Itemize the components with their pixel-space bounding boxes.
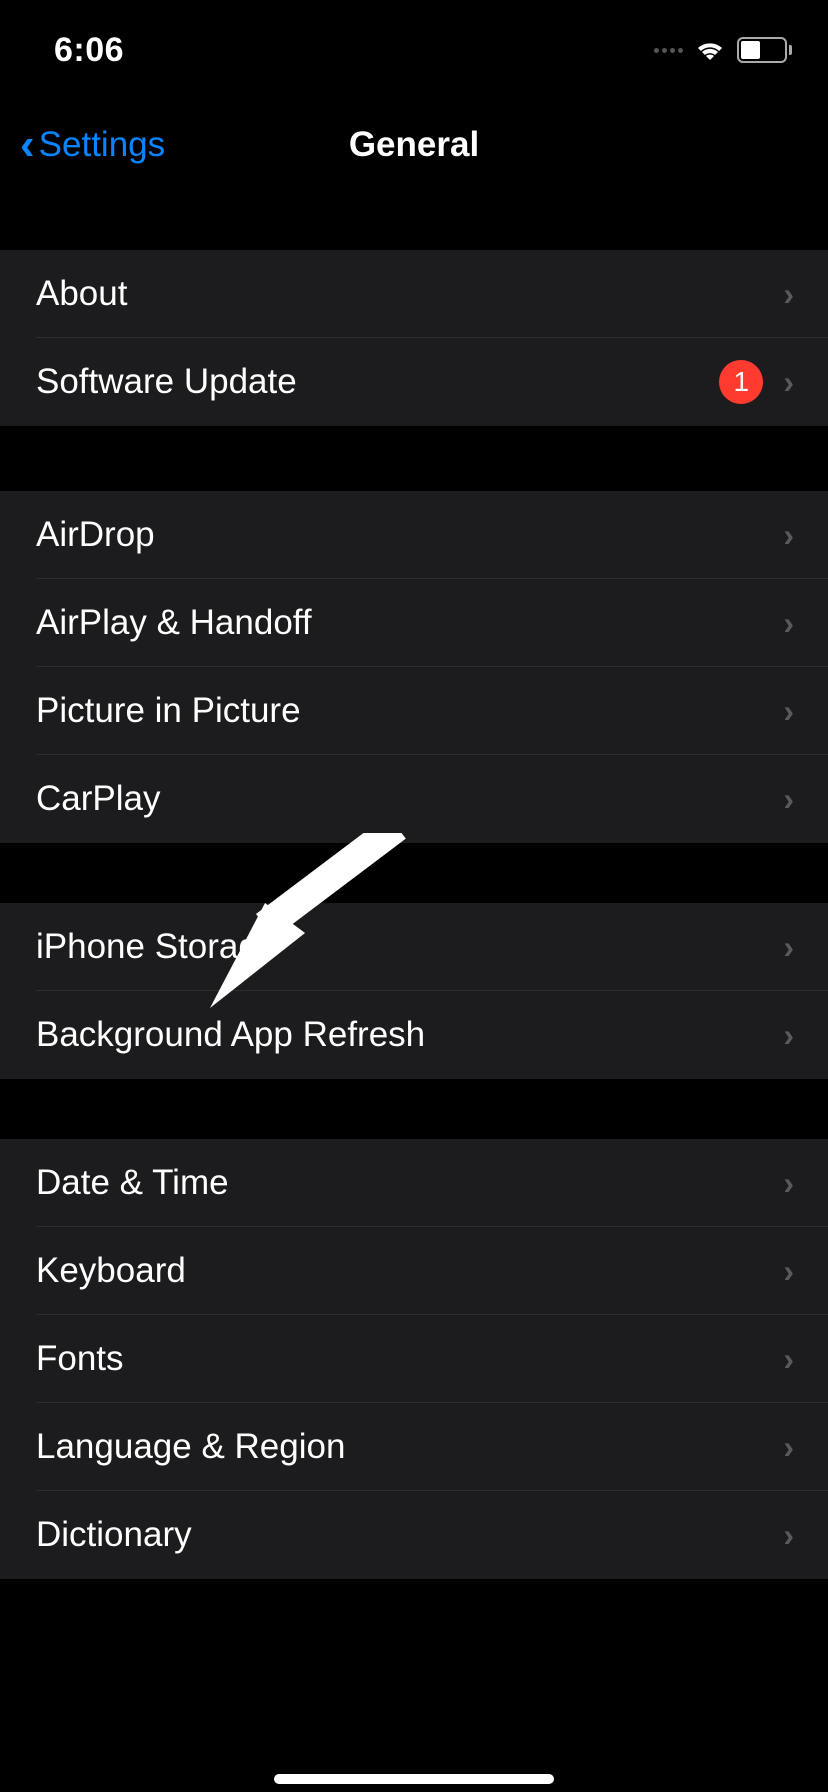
row-iphone-storage[interactable]: iPhone Storage ›: [0, 903, 828, 991]
home-indicator[interactable]: [274, 1774, 554, 1784]
row-label: Fonts: [36, 1339, 124, 1379]
row-airplay-handoff[interactable]: AirPlay & Handoff ›: [0, 579, 828, 667]
chevron-right-icon: ›: [783, 1517, 794, 1554]
section-system: Date & Time › Keyboard › Fonts › Languag…: [0, 1139, 828, 1579]
row-airdrop[interactable]: AirDrop ›: [0, 491, 828, 579]
status-time: 6:06: [54, 31, 124, 70]
row-keyboard[interactable]: Keyboard ›: [0, 1227, 828, 1315]
row-label: CarPlay: [36, 779, 160, 819]
status-icons: [654, 37, 792, 63]
navigation-bar: ‹ Settings General: [0, 100, 828, 190]
row-picture-in-picture[interactable]: Picture in Picture ›: [0, 667, 828, 755]
row-label: Picture in Picture: [36, 691, 301, 731]
back-button-label: Settings: [39, 125, 165, 165]
row-background-app-refresh[interactable]: Background App Refresh ›: [0, 991, 828, 1079]
back-button[interactable]: ‹ Settings: [20, 123, 165, 167]
chevron-right-icon: ›: [783, 1253, 794, 1290]
chevron-right-icon: ›: [783, 1017, 794, 1054]
chevron-right-icon: ›: [783, 364, 794, 401]
chevron-right-icon: ›: [783, 1341, 794, 1378]
chevron-right-icon: ›: [783, 517, 794, 554]
row-label: AirPlay & Handoff: [36, 603, 312, 643]
wifi-icon: [693, 38, 727, 62]
chevron-right-icon: ›: [783, 929, 794, 966]
row-label: Language & Region: [36, 1427, 345, 1467]
cellular-signal-icon: [654, 48, 683, 53]
settings-content: About › Software Update 1 › AirDrop › Ai…: [0, 190, 828, 1579]
chevron-left-icon: ‹: [20, 123, 35, 167]
row-language-region[interactable]: Language & Region ›: [0, 1403, 828, 1491]
row-label: Background App Refresh: [36, 1015, 425, 1055]
row-label: AirDrop: [36, 515, 155, 555]
row-label: Dictionary: [36, 1515, 192, 1555]
chevron-right-icon: ›: [783, 781, 794, 818]
row-carplay[interactable]: CarPlay ›: [0, 755, 828, 843]
row-about[interactable]: About ›: [0, 250, 828, 338]
row-software-update[interactable]: Software Update 1 ›: [0, 338, 828, 426]
row-date-time[interactable]: Date & Time ›: [0, 1139, 828, 1227]
chevron-right-icon: ›: [783, 276, 794, 313]
row-label: Software Update: [36, 362, 297, 402]
page-title: General: [349, 125, 479, 165]
section-about: About › Software Update 1 ›: [0, 250, 828, 426]
row-label: Keyboard: [36, 1251, 186, 1291]
chevron-right-icon: ›: [783, 1429, 794, 1466]
row-dictionary[interactable]: Dictionary ›: [0, 1491, 828, 1579]
notification-badge: 1: [719, 360, 763, 404]
status-bar: 6:06: [0, 0, 828, 100]
row-label: Date & Time: [36, 1163, 229, 1203]
row-label: About: [36, 274, 127, 314]
chevron-right-icon: ›: [783, 1165, 794, 1202]
row-fonts[interactable]: Fonts ›: [0, 1315, 828, 1403]
section-airplay: AirDrop › AirPlay & Handoff › Picture in…: [0, 491, 828, 843]
battery-icon: [737, 37, 792, 63]
chevron-right-icon: ›: [783, 693, 794, 730]
section-storage: iPhone Storage › Background App Refresh …: [0, 903, 828, 1079]
row-label: iPhone Storage: [36, 927, 277, 967]
chevron-right-icon: ›: [783, 605, 794, 642]
